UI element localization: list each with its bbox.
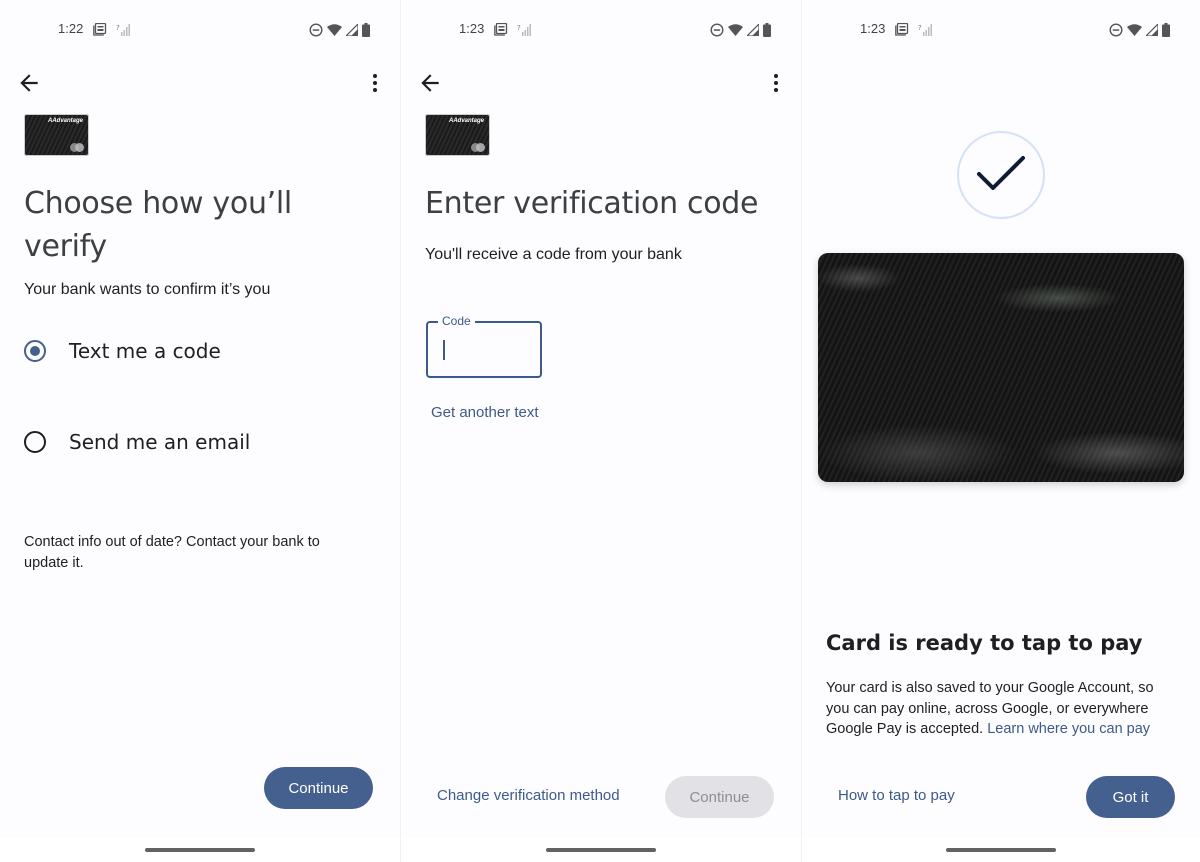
page-title: Choose how you’ll verify: [24, 186, 292, 264]
status-bar: 1:22 ?: [0, 20, 400, 40]
card-thumbnail: AAdvantage: [24, 114, 89, 156]
card-brand: AAdvantage: [47, 118, 83, 124]
status-time: 1:23: [860, 21, 886, 36]
no-signal-icon: ?: [116, 24, 130, 36]
no-signal-icon: ?: [517, 24, 531, 36]
status-time: 1:23: [459, 21, 485, 36]
code-field-label: Code: [438, 314, 475, 328]
back-arrow-icon[interactable]: [417, 70, 443, 96]
back-arrow-icon[interactable]: [16, 70, 42, 96]
how-to-tap-to-pay-button[interactable]: How to tap to pay: [838, 787, 955, 804]
contact-info-note: Contact info out of date? Contact your b…: [24, 534, 320, 571]
success-badge: [957, 131, 1045, 219]
status-bar: 1:23 ?: [802, 20, 1200, 40]
option-label: Text me a code: [69, 339, 221, 363]
more-vert-icon[interactable]: [366, 70, 384, 96]
card-brand: AAdvantage: [448, 118, 484, 124]
option-label: Send me an email: [69, 430, 251, 454]
status-time: 1:22: [58, 21, 84, 36]
wifi-icon: [1127, 24, 1142, 36]
gesture-nav-handle[interactable]: [946, 848, 1056, 852]
checkmark-icon: [977, 156, 1025, 190]
learn-where-you-can-pay-link[interactable]: Learn where you can pay: [987, 721, 1150, 737]
do-not-disturb-icon: [1109, 23, 1123, 37]
payment-card-image-blurred: [818, 253, 1184, 482]
battery-icon: [763, 23, 771, 37]
screen-card-ready: 1:23 ? Card is ready to tap to pay Your …: [802, 0, 1200, 862]
wifi-icon: [728, 24, 743, 36]
continue-button-disabled: Continue: [665, 776, 774, 818]
card-thumbnail: AAdvantage: [425, 114, 490, 156]
gesture-nav-handle[interactable]: [145, 848, 255, 852]
page-subtitle: You'll receive a code from your bank: [425, 246, 682, 263]
got-it-button[interactable]: Got it: [1086, 776, 1175, 818]
top-app-bar: [0, 66, 400, 98]
get-another-text-link[interactable]: Get another text: [431, 404, 539, 421]
code-field[interactable]: Code: [426, 314, 542, 378]
code-input[interactable]: [440, 335, 530, 365]
option-email[interactable]: Send me an email: [24, 430, 250, 454]
do-not-disturb-icon: [309, 23, 323, 37]
news-notification-icon: [494, 23, 508, 36]
page-title: Enter verification code: [425, 186, 759, 221]
cell-signal-icon: [346, 24, 358, 36]
mastercard-logo-icon: [471, 143, 485, 152]
battery-icon: [1162, 23, 1170, 37]
radio-button-checked[interactable]: [24, 340, 46, 362]
cell-signal-icon: [747, 24, 759, 36]
page-subtitle: Your bank wants to confirm it’s you: [24, 281, 271, 298]
gesture-nav-handle[interactable]: [546, 848, 656, 852]
status-bar: 1:23 ?: [401, 20, 801, 40]
screen-enter-code: 1:23 ? AAdvantage Enter verification cod…: [401, 0, 801, 862]
change-verification-method-button[interactable]: Change verification method: [437, 787, 620, 804]
wifi-icon: [327, 24, 342, 36]
svg-text:?: ?: [116, 24, 120, 32]
do-not-disturb-icon: [710, 23, 724, 37]
news-notification-icon: [93, 23, 107, 36]
more-vert-icon[interactable]: [767, 70, 785, 96]
mastercard-logo-icon: [70, 143, 84, 152]
screen-choose-verification: 1:22 ? AAdvantage Choose how you’ll veri…: [0, 0, 400, 862]
continue-button[interactable]: Continue: [264, 767, 373, 809]
radio-button-unchecked[interactable]: [24, 431, 46, 453]
option-text-code[interactable]: Text me a code: [24, 339, 221, 363]
svg-text:?: ?: [517, 24, 521, 32]
svg-text:?: ?: [918, 24, 922, 32]
news-notification-icon: [895, 23, 909, 36]
ready-description: Your card is also saved to your Google A…: [826, 678, 1176, 740]
top-app-bar: [401, 66, 801, 98]
battery-icon: [362, 23, 370, 37]
ready-title: Card is ready to tap to pay: [826, 631, 1143, 655]
no-signal-icon: ?: [918, 24, 932, 36]
cell-signal-icon: [1146, 24, 1158, 36]
